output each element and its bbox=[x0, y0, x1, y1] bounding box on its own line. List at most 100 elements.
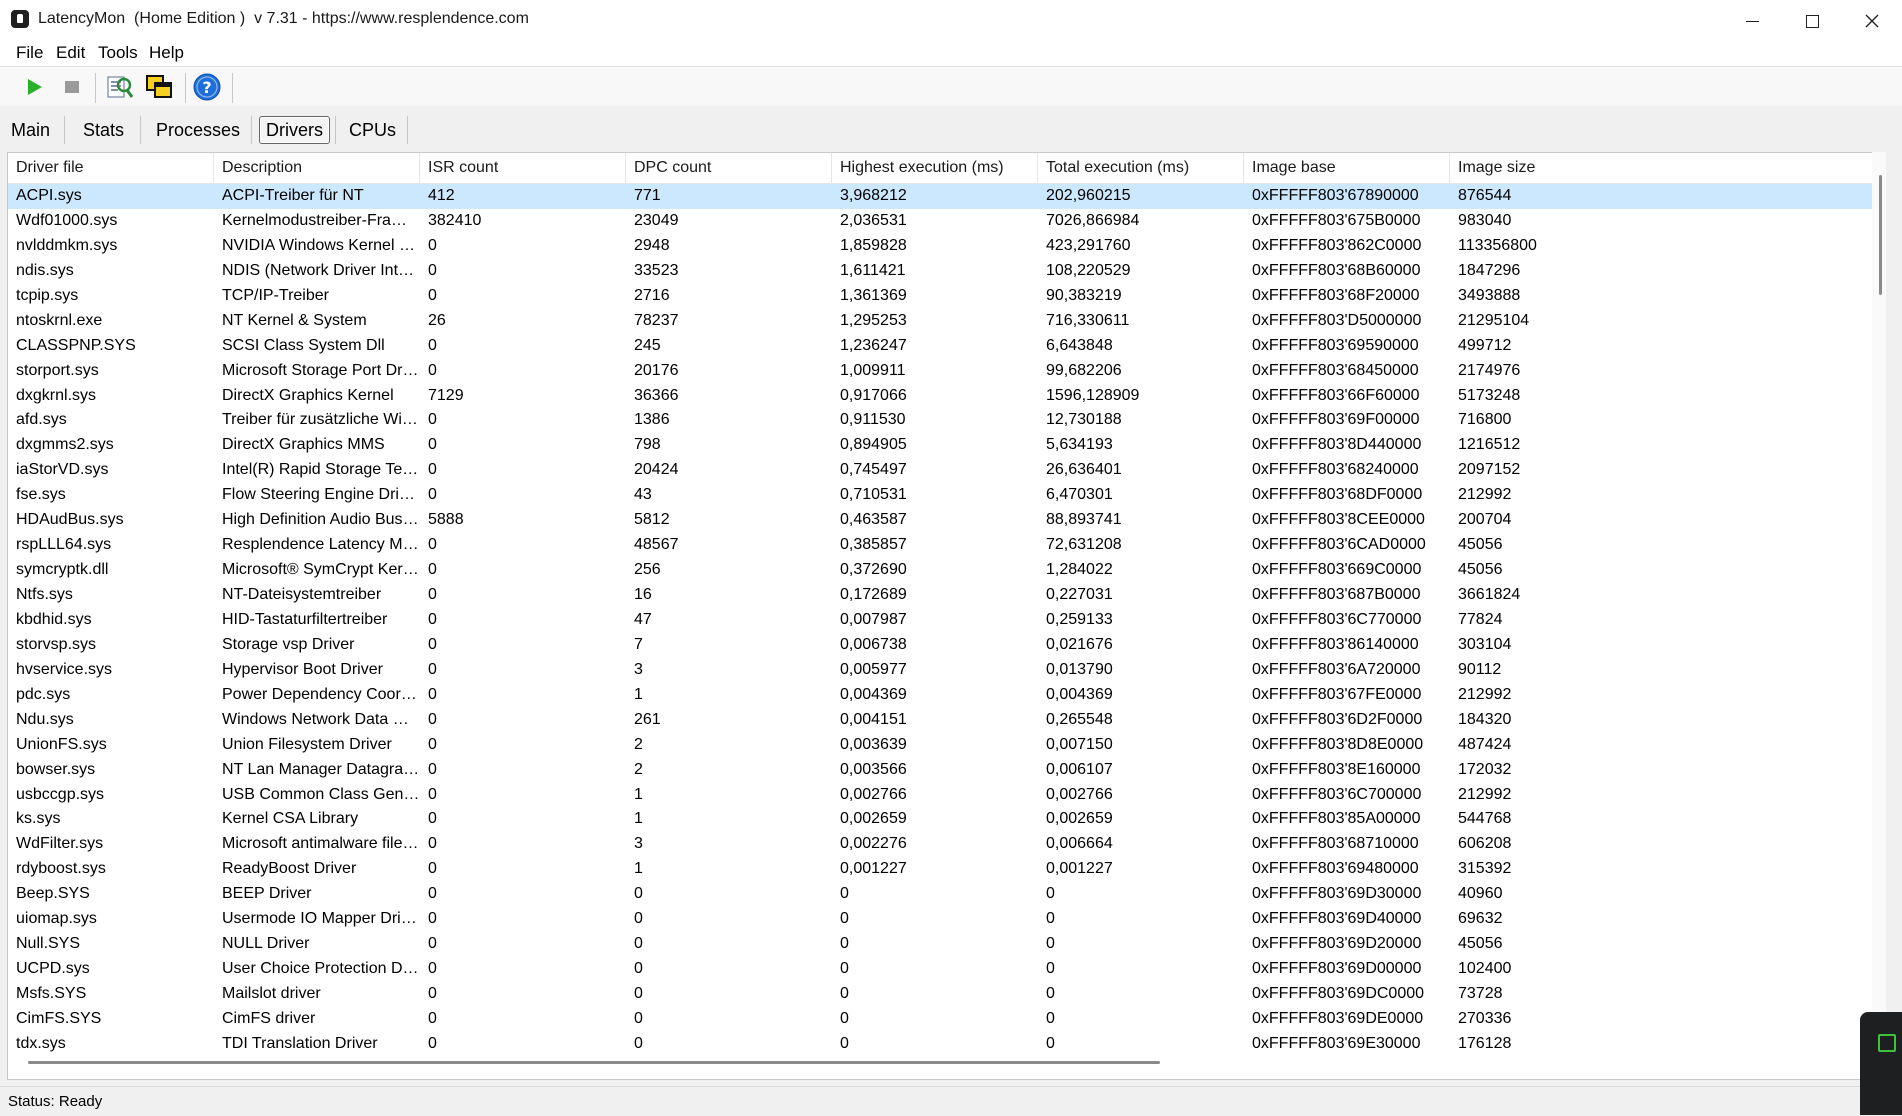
table-row[interactable]: rspLLL64.sys Resplendence Latency Monit..… bbox=[8, 533, 1875, 558]
table-row[interactable]: dxgkrnl.sys DirectX Graphics Kernel 7129 36… bbox=[8, 384, 1875, 409]
column-header[interactable]: Description bbox=[214, 153, 420, 183]
tab-cpus[interactable]: CPUs bbox=[349, 118, 396, 142]
table-cell: 0,002766 bbox=[1046, 785, 1113, 803]
table-row[interactable]: CLASSPNP.SYS SCSI Class System Dll 0 245 1,2… bbox=[8, 334, 1875, 359]
table-row[interactable]: UnionFS.sys Union Filesystem Driver 0 2 0,00… bbox=[8, 733, 1875, 758]
table-cell: 172032 bbox=[1458, 760, 1512, 778]
table-cell: 0xFFFFF803'69D20000 bbox=[1252, 935, 1422, 953]
column-header[interactable]: Total execution (ms) bbox=[1038, 153, 1244, 183]
table-row[interactable]: iaStorVD.sys Intel(R) Rapid Storage Techn… bbox=[8, 458, 1875, 483]
windows-button[interactable] bbox=[144, 72, 174, 102]
vertical-scroll-thumb[interactable] bbox=[1879, 175, 1882, 295]
table-row[interactable]: kbdhid.sys HID-Tastaturfiltertreiber 0 47 0,… bbox=[8, 608, 1875, 633]
table-cell: 0xFFFFF803'68240000 bbox=[1252, 461, 1419, 479]
table-cell: nvlddmkm.sys bbox=[16, 236, 118, 254]
table-cell: 5,634193 bbox=[1046, 436, 1113, 454]
table-row[interactable]: fse.sys Flow Steering Engine Driver 0 43 0,7… bbox=[8, 483, 1875, 508]
table-cell: 0 bbox=[840, 935, 849, 953]
table-row[interactable]: dxgmms2.sys DirectX Graphics MMS 0 798 0,894… bbox=[8, 433, 1875, 458]
table-row[interactable]: HDAudBus.sys High Definition Audio Bus Dr… bbox=[8, 508, 1875, 533]
table-row[interactable]: Null.SYS NULL Driver 0 0 0 0 0xFFFFF803'69D200… bbox=[8, 932, 1875, 957]
maximize-button[interactable] bbox=[1784, 0, 1840, 40]
status-text: Status: Ready bbox=[8, 1093, 103, 1110]
menu-help[interactable]: Help bbox=[149, 43, 184, 63]
table-cell: 0 bbox=[1046, 1034, 1055, 1052]
minimize-button[interactable] bbox=[1724, 0, 1780, 40]
table-cell: hvservice.sys bbox=[16, 660, 113, 678]
table-row[interactable]: tdx.sys TDI Translation Driver 0 0 0 0 0xFFFFF… bbox=[8, 1032, 1875, 1057]
table-row[interactable]: Beep.SYS BEEP Driver 0 0 0 0 0xFFFFF803'69D300… bbox=[8, 882, 1875, 907]
start-button[interactable] bbox=[19, 72, 49, 102]
table-cell: 0xFFFFF803'6D2F0000 bbox=[1252, 710, 1423, 728]
overlay-widget[interactable] bbox=[1860, 1012, 1902, 1115]
table-cell: uiomap.sys bbox=[16, 910, 97, 928]
table-row[interactable]: ntoskrnl.exe NT Kernel & System 26 78237 1,2… bbox=[8, 309, 1875, 334]
table-cell: 12,730188 bbox=[1046, 411, 1122, 429]
report-button[interactable] bbox=[104, 72, 134, 102]
table-cell: 0xFFFFF803'687B0000 bbox=[1252, 586, 1421, 603]
column-header[interactable]: Highest execution (ms) bbox=[832, 153, 1038, 183]
table-row[interactable]: ndis.sys NDIS (Network Driver Interface..… bbox=[8, 259, 1875, 284]
table-cell: 0xFFFFF803'669C0000 bbox=[1252, 561, 1422, 579]
table-row[interactable]: tcpip.sys TCP/IP-Treiber 0 2716 1,361369 90,3… bbox=[8, 284, 1875, 309]
table-cell: 303104 bbox=[1458, 635, 1512, 653]
table-row[interactable]: Ntfs.sys NT-Dateisystemtreiber 0 16 0,172689… bbox=[8, 583, 1875, 608]
table-cell: 0 bbox=[428, 810, 437, 828]
table-cell: 0,002659 bbox=[1046, 810, 1113, 828]
overlay-app-icon[interactable] bbox=[1878, 1034, 1896, 1052]
table-row[interactable]: WdFilter.sys Microsoft antimalware file s… bbox=[8, 832, 1875, 857]
table-row[interactable]: bowser.sys NT Lan Manager Datagram R... 0 2… bbox=[8, 758, 1875, 783]
menu-tools[interactable]: Tools bbox=[98, 43, 138, 63]
help-button[interactable]: ? bbox=[192, 72, 222, 102]
horizontal-scroll-thumb[interactable] bbox=[28, 1061, 1160, 1064]
table-cell: 0,265548 bbox=[1046, 710, 1113, 728]
table-cell: rspLLL64.sys bbox=[16, 536, 112, 554]
table-cell: 270336 bbox=[1458, 1009, 1512, 1027]
tab-drivers[interactable]: Drivers bbox=[259, 116, 330, 144]
table-row[interactable]: symcryptk.dll Microsoft® SymCrypt Kernel … bbox=[8, 558, 1875, 583]
table-row[interactable]: uiomap.sys Usermode IO Mapper Driver 0 0 0 0 0… bbox=[8, 907, 1875, 932]
column-header[interactable]: ISR count bbox=[420, 153, 626, 183]
stop-button[interactable] bbox=[57, 72, 87, 102]
table-row[interactable]: pdc.sys Power Dependency Coordinat... 0 1 0,… bbox=[8, 683, 1875, 708]
drivers-table: Driver file Description ISR count DPC count… bbox=[7, 152, 1876, 1080]
column-header[interactable]: DPC count bbox=[626, 153, 832, 183]
menu-file[interactable]: File bbox=[16, 43, 43, 63]
table-row[interactable]: hvservice.sys Hypervisor Boot Driver 0 3 0,0… bbox=[8, 658, 1875, 683]
table-row[interactable]: ACPI.sys ACPI-Treiber für NT 412 771 3,96821… bbox=[8, 184, 1875, 209]
table-row[interactable]: Ndu.sys Windows Network Data Usag... 0 261 0… bbox=[8, 708, 1875, 733]
table-cell: Ntfs.sys bbox=[16, 586, 73, 603]
table-cell: 48567 bbox=[634, 536, 679, 554]
table-row[interactable]: afd.sys Treiber für zusätzliche WinSo... 0… bbox=[8, 408, 1875, 433]
table-cell: ks.sys bbox=[16, 810, 61, 828]
table-cell: 33523 bbox=[634, 261, 679, 279]
title-bar[interactable]: LatencyMon (Home Edition ) v 7.31 - http… bbox=[0, 0, 1902, 40]
table-row[interactable]: Msfs.SYS Mailslot driver 0 0 0 0 0xFFFFF803'69… bbox=[8, 982, 1875, 1007]
tab-separator bbox=[335, 116, 336, 144]
table-row[interactable]: UCPD.sys User Choice Protection Driver 0 0 0… bbox=[8, 957, 1875, 982]
table-cell: 36366 bbox=[634, 386, 679, 404]
menu-edit[interactable]: Edit bbox=[56, 43, 85, 63]
table-row[interactable]: CimFS.SYS CimFS driver 0 0 0 0 0xFFFFF803'69DE… bbox=[8, 1007, 1875, 1032]
table-cell: 0,007150 bbox=[1046, 735, 1113, 753]
table-cell: 1,859828 bbox=[840, 236, 907, 254]
column-header[interactable]: Image size bbox=[1450, 153, 1875, 183]
table-row[interactable]: storport.sys Microsoft Storage Port Drive… bbox=[8, 359, 1875, 384]
table-row[interactable]: ks.sys Kernel CSA Library 0 1 0,002659 0,0026… bbox=[8, 807, 1875, 832]
table-row[interactable]: storvsp.sys Storage vsp Driver 0 7 0,006738 0… bbox=[8, 633, 1875, 658]
tab-stats[interactable]: Stats bbox=[83, 118, 124, 142]
table-row[interactable]: usbccgp.sys USB Common Class Generic ... 0… bbox=[8, 783, 1875, 808]
table-cell: bowser.sys bbox=[16, 760, 96, 778]
close-button[interactable] bbox=[1844, 0, 1900, 40]
table-row[interactable]: rdyboost.sys ReadyBoost Driver 0 1 0,001227 0… bbox=[8, 857, 1875, 882]
column-header[interactable]: Image base bbox=[1244, 153, 1450, 183]
table-cell: Ndu.sys bbox=[16, 710, 74, 728]
tab-main[interactable]: Main bbox=[11, 118, 50, 142]
table-cell: NT-Dateisystemtreiber bbox=[222, 586, 382, 603]
table-row[interactable]: nvlddmkm.sys NVIDIA Windows Kernel Mod...… bbox=[8, 234, 1875, 259]
table-cell: 0 bbox=[428, 885, 437, 903]
table-row[interactable]: Wdf01000.sys Kernelmodustreiber-Framewor.… bbox=[8, 209, 1875, 234]
tab-processes[interactable]: Processes bbox=[156, 118, 240, 142]
column-header[interactable]: Driver file bbox=[8, 153, 214, 183]
table-cell: 0xFFFFF803'69D00000 bbox=[1252, 960, 1422, 978]
